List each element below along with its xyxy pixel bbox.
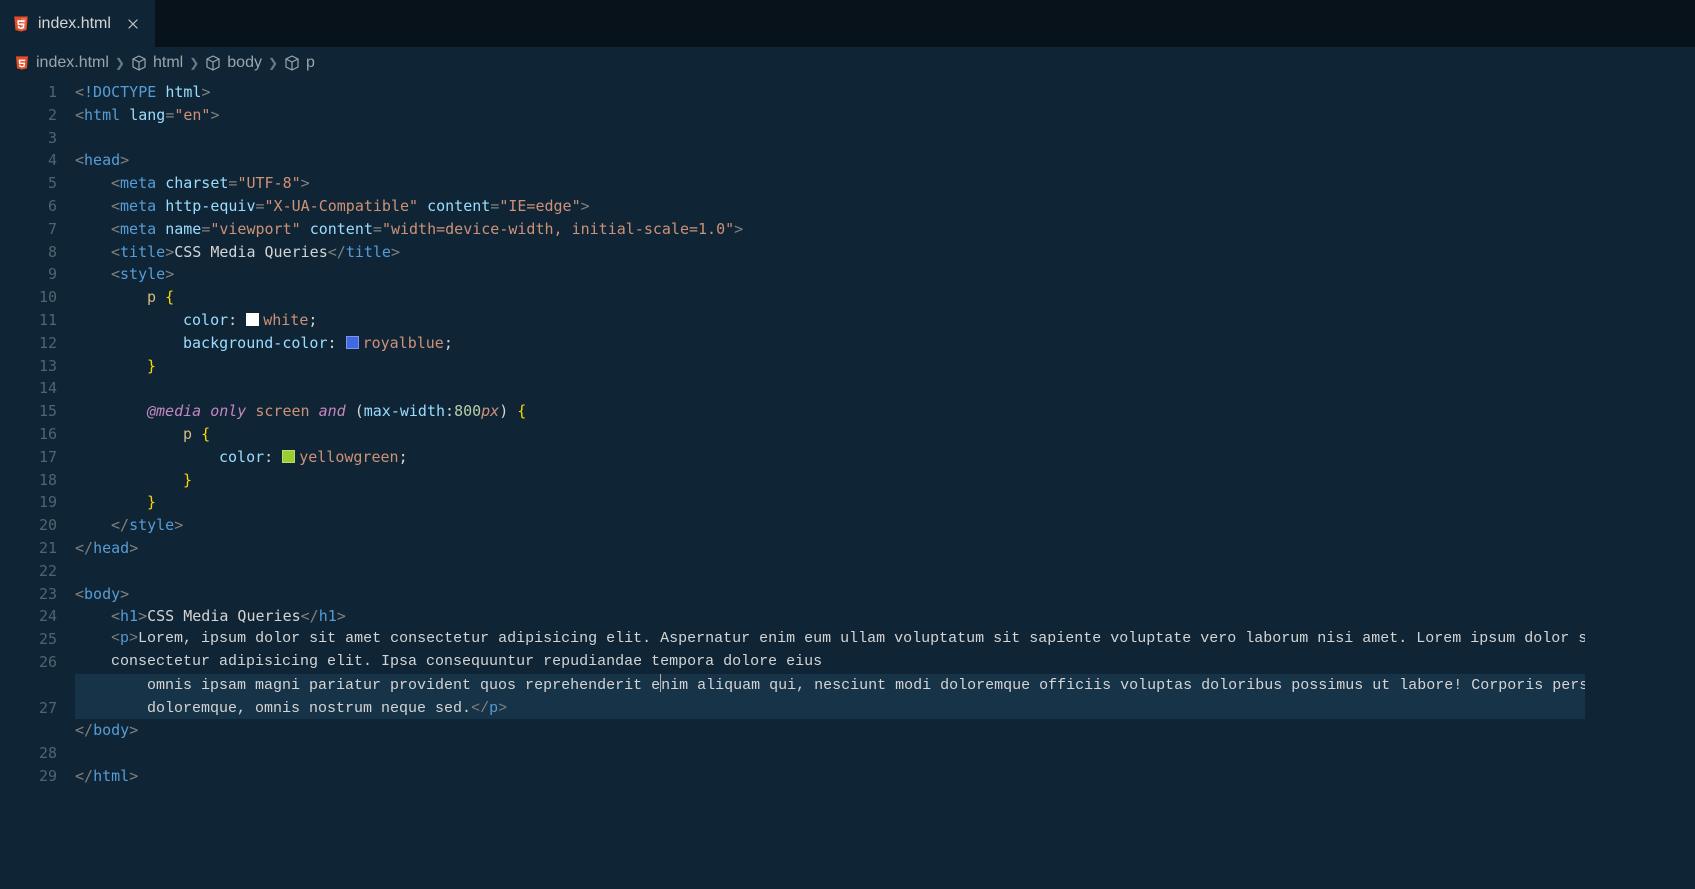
html5-icon: [14, 55, 30, 71]
code-line: <style>: [75, 263, 1695, 286]
breadcrumb-item-p[interactable]: p: [284, 54, 315, 72]
html5-icon: [12, 15, 30, 33]
symbol-icon: [131, 55, 147, 71]
tab-index-html[interactable]: index.html: [0, 0, 156, 47]
line-number: 23: [0, 583, 57, 606]
tab-bar: index.html: [0, 0, 1695, 47]
editor[interactable]: 1 2 3 4 5 6 7 8 9 10 11 12 13 14 15 16 1…: [0, 79, 1695, 889]
code-line: }: [75, 355, 1695, 378]
line-number: 26: [0, 651, 57, 697]
line-number: 28: [0, 742, 57, 765]
symbol-icon: [284, 55, 300, 71]
breadcrumb-item-body[interactable]: body: [205, 54, 262, 72]
chevron-right-icon: ❯: [268, 56, 278, 70]
line-number: 27: [0, 697, 57, 743]
code-line: }: [75, 469, 1695, 492]
line-number: 8: [0, 241, 57, 264]
line-number: 12: [0, 332, 57, 355]
color-swatch-icon: [246, 313, 259, 326]
code-line: [75, 127, 1695, 150]
symbol-icon: [205, 55, 221, 71]
code-line: [75, 377, 1695, 400]
line-number: 4: [0, 149, 57, 172]
breadcrumb-item-file[interactable]: index.html: [14, 54, 109, 72]
code-line: <h1>CSS Media Queries</h1>: [75, 605, 1695, 628]
code-line: <head>: [75, 149, 1695, 172]
code-line: <!DOCTYPE html>: [75, 81, 1695, 104]
code-line: }: [75, 491, 1695, 514]
line-number: 9: [0, 263, 57, 286]
line-number: 14: [0, 377, 57, 400]
line-number: 6: [0, 195, 57, 218]
chevron-right-icon: ❯: [189, 56, 199, 70]
breadcrumb-label: p: [306, 54, 315, 72]
code-line: [75, 742, 1695, 765]
line-number: [0, 788, 57, 811]
code-line: background-color: royalblue;: [75, 332, 1695, 355]
code-line: <title>CSS Media Queries</title>: [75, 241, 1695, 264]
color-swatch-icon: [282, 450, 295, 463]
code-line: <meta charset="UTF-8">: [75, 172, 1695, 195]
line-number: 10: [0, 286, 57, 309]
code-line: </body>: [75, 719, 1695, 742]
line-number-gutter: 1 2 3 4 5 6 7 8 9 10 11 12 13 14 15 16 1…: [0, 79, 75, 889]
line-number: 2: [0, 104, 57, 127]
breadcrumb-label: html: [153, 54, 183, 72]
line-number: 24: [0, 605, 57, 628]
line-number: 16: [0, 423, 57, 446]
line-number: 15: [0, 400, 57, 423]
code-line: [75, 560, 1695, 583]
code-line: p {: [75, 423, 1695, 446]
color-swatch-icon: [346, 336, 359, 349]
code-area[interactable]: <!DOCTYPE html> <html lang="en"> <head> …: [75, 79, 1695, 889]
line-number: 5: [0, 172, 57, 195]
chevron-right-icon: ❯: [115, 56, 125, 70]
code-line: @media only screen and (max-width:800px)…: [75, 400, 1695, 423]
line-number: 19: [0, 491, 57, 514]
code-line-active: omnis ipsam magni pariatur provident quo…: [75, 674, 1695, 720]
code-line: </head>: [75, 537, 1695, 560]
code-line: <p>Lorem, ipsum dolor sit amet consectet…: [75, 628, 1695, 674]
line-number: 18: [0, 469, 57, 492]
line-number: 20: [0, 514, 57, 537]
line-number: 29: [0, 765, 57, 788]
close-icon[interactable]: [123, 14, 143, 34]
code-line: </style>: [75, 514, 1695, 537]
line-number: 21: [0, 537, 57, 560]
line-number: 11: [0, 309, 57, 332]
code-line: <meta http-equiv="X-UA-Compatible" conte…: [75, 195, 1695, 218]
code-line: </html>: [75, 765, 1695, 788]
code-line: p {: [75, 286, 1695, 309]
tab-label: index.html: [38, 15, 111, 33]
breadcrumb: index.html ❯ html ❯ body ❯ p: [0, 47, 1695, 79]
breadcrumb-label: body: [227, 54, 262, 72]
code-line: color: white;: [75, 309, 1695, 332]
code-line: color: yellowgreen;: [75, 446, 1695, 469]
minimap[interactable]: [1585, 79, 1695, 889]
code-line: <html lang="en">: [75, 104, 1695, 127]
line-number: 13: [0, 355, 57, 378]
line-number: 17: [0, 446, 57, 469]
line-number: 25: [0, 628, 57, 651]
code-line: <meta name="viewport" content="width=dev…: [75, 218, 1695, 241]
line-number: 3: [0, 127, 57, 150]
code-line: <body>: [75, 583, 1695, 606]
breadcrumb-item-html[interactable]: html: [131, 54, 183, 72]
line-number: 7: [0, 218, 57, 241]
breadcrumb-label: index.html: [36, 54, 109, 72]
line-number: 1: [0, 81, 57, 104]
line-number: 22: [0, 560, 57, 583]
